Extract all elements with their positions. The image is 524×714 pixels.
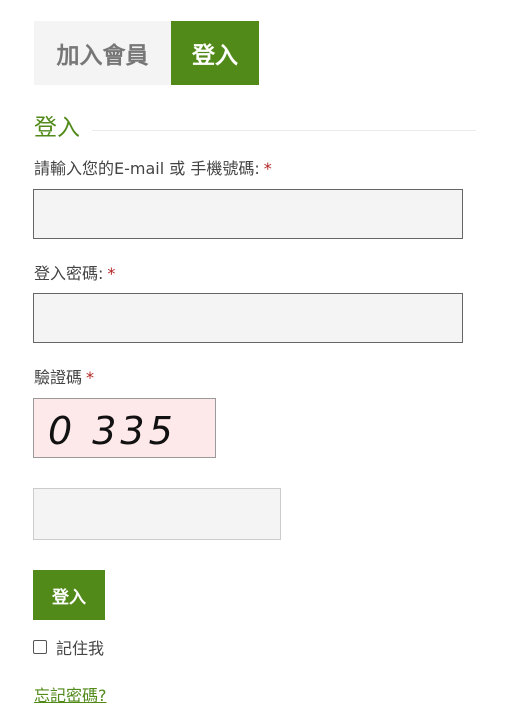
checkbox-icon[interactable] [33,640,47,654]
account-label-text: 請輸入您的E-mail 或 手機號碼: [34,159,260,178]
required-mark: * [263,159,272,178]
captcha-label-text: 驗證碼 [34,368,83,387]
remember-me[interactable]: 記住我 [33,635,104,659]
captcha-code-text: 0 335 [48,409,177,453]
tab-join[interactable]: 加入會員 [34,21,171,85]
tab-login[interactable]: 登入 [171,21,259,85]
account-label: 請輸入您的E-mail 或 手機號碼: * [34,158,272,180]
section-title-text: 登入 [34,115,80,141]
password-input[interactable] [33,293,463,343]
account-input[interactable] [33,189,463,239]
remember-label: 記住我 [56,639,105,658]
section-heading: 登入 [34,113,476,143]
captcha-input[interactable] [33,488,281,540]
required-mark: * [107,264,116,283]
required-mark: * [86,368,95,387]
login-button[interactable]: 登入 [33,570,105,620]
password-label: 登入密碼: * [34,263,115,285]
section-divider [92,129,476,131]
captcha-image[interactable]: 0 335 [33,398,216,458]
captcha-graphic: 0 335 [48,409,177,453]
captcha-label: 驗證碼 * [34,367,94,389]
password-label-text: 登入密碼: [34,264,104,283]
forgot-password-link[interactable]: 忘記密碼? [34,682,107,706]
auth-tabs: 加入會員 登入 [34,21,259,85]
